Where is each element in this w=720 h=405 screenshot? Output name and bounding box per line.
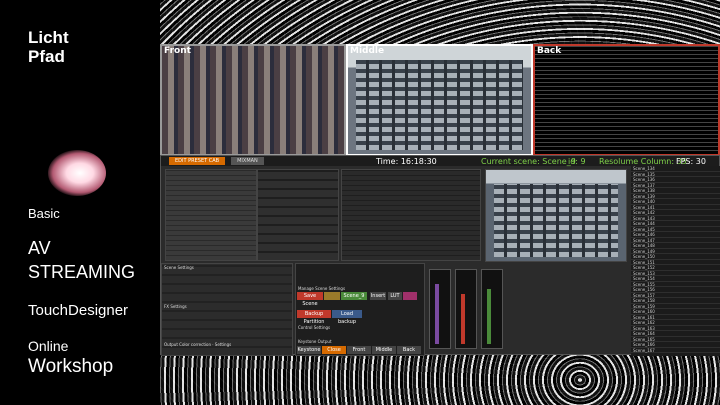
preview-building [494, 184, 618, 257]
scene-name: Scene_158 [633, 298, 655, 303]
scene-name: Scene_157 [633, 292, 655, 298]
format-label: Workshop [28, 356, 114, 377]
scene-name: Scene_140 [633, 199, 655, 204]
scene-name: Scene_167 [633, 347, 655, 353]
title-panel: Licht Pfad Basic AV STREAMING TouchDesign… [0, 0, 160, 405]
current-scene: Current scene: Scene_9 [481, 156, 576, 166]
back-button[interactable]: Back [397, 346, 421, 354]
scene-name: Scene_150 [633, 254, 655, 259]
scene-name: Scene_147 [633, 237, 655, 243]
level-label: Basic [28, 206, 60, 221]
backup-partition-button[interactable]: Backup Partition [297, 310, 331, 325]
scene-name: Scene_156 [633, 287, 655, 292]
tab-mixman[interactable]: MIXMAN [231, 157, 264, 165]
time-display: Time: 16:18:30 [376, 156, 437, 166]
control-settings-title: Control Settings [298, 325, 331, 330]
file-list[interactable] [341, 169, 481, 261]
control-interface: EDIT PRESET CAB MIXMAN Time: 16:18:30 Cu… [160, 155, 720, 356]
scene-name: Scene_151 [633, 259, 655, 265]
fader-1[interactable] [429, 269, 451, 349]
scene-name: Scene_149 [633, 248, 655, 254]
glow-blob [48, 150, 106, 196]
fader-3-level [487, 289, 491, 344]
scene-name: Scene_165 [633, 336, 655, 342]
camera-front-label: Front [164, 46, 191, 56]
lut-value[interactable] [403, 292, 417, 300]
camera-back[interactable]: Back [533, 44, 720, 156]
logo: Licht Pfad [28, 28, 69, 66]
tab-edit-preset[interactable]: EDIT PRESET CAB [169, 157, 226, 165]
scene-name: Scene_154 [633, 276, 655, 281]
title-streaming: STREAMING [28, 262, 136, 282]
scene-name: Scene_164 [633, 331, 655, 336]
keystone-button[interactable]: Keystone [297, 346, 321, 354]
scene-name: Scene_144 [633, 221, 655, 226]
fx-controls[interactable] [257, 169, 339, 261]
scene-settings-title: Scene Settings [164, 265, 194, 270]
title-av: AV [28, 238, 51, 258]
save-scene-button[interactable]: Save Scene [297, 292, 323, 307]
scene-name: Scene_160 [633, 309, 655, 314]
scene-id: id: 9 [568, 156, 586, 166]
effect-list[interactable] [165, 169, 257, 261]
front-button[interactable]: Front [347, 346, 371, 354]
scene-list[interactable]: Scene_134 Scene_135 Scene_136 Scene_137 Scen… [631, 166, 720, 356]
fader-1-level [435, 284, 439, 344]
scene-name: Scene_135 [633, 171, 655, 177]
middle-button[interactable]: Middle [372, 346, 396, 354]
scene-name: Scene_155 [633, 281, 655, 287]
fader-2-level [461, 294, 465, 344]
fader-2[interactable] [455, 269, 477, 349]
insert-button[interactable]: Insert [370, 292, 386, 300]
tool-label: TouchDesigner [28, 302, 129, 319]
preview-window [485, 169, 627, 262]
camera-back-label: Back [537, 46, 562, 56]
lut-button[interactable]: LUT [388, 292, 402, 300]
scene-name: Scene_159 [633, 303, 655, 309]
scene-name: Scene_137 [633, 182, 655, 188]
mode-label: Online [28, 338, 69, 354]
scene-name: Scene_136 [633, 177, 655, 182]
camera-front[interactable]: Front [160, 44, 346, 156]
status-header: EDIT PRESET CAB MIXMAN Time: 16:18:30 Cu… [161, 156, 719, 166]
scene-name: Scene_142 [633, 210, 655, 215]
scene-name: Scene_148 [633, 243, 655, 248]
resolume-column: Resolume Column: 35 [599, 156, 687, 166]
scene-name: Scene_152 [633, 265, 655, 270]
scene-name: Scene_143 [633, 215, 655, 221]
close-button[interactable]: Close [322, 346, 346, 354]
scene-name: Scene_146 [633, 232, 655, 237]
logo-line-2: Pfad [28, 47, 65, 66]
scene-name: Scene_138 [633, 188, 655, 193]
logo-line-1: Licht [28, 28, 69, 47]
scene-color-button[interactable] [324, 292, 340, 300]
manage-scene-panel: Manage Scene Settings Save Scene Scene_9… [295, 263, 425, 356]
camera-middle[interactable]: Middle [346, 44, 533, 156]
building-image [356, 60, 523, 150]
scene-name: Scene_141 [633, 204, 655, 210]
manage-scene-title: Manage Scene Settings [298, 286, 346, 291]
scene-name: Scene_134 [633, 166, 655, 171]
scene-name: Scene_166 [633, 342, 655, 347]
load-backup-button[interactable]: Load backup [332, 310, 362, 325]
fps-display: FPS: 30 [676, 156, 706, 166]
camera-middle-label: Middle [350, 46, 385, 56]
scene-name: Scene_139 [633, 193, 655, 199]
keystone-output-title: Keystone Output [298, 339, 332, 344]
scene-list-row[interactable]: Scene_167 [631, 347, 720, 353]
scene-name: Scene_163 [633, 325, 655, 331]
scene-name: Scene_162 [633, 320, 655, 325]
scene-name-field[interactable]: Scene_9 [341, 292, 367, 300]
scene-name: Scene_153 [633, 270, 655, 276]
fx-settings-title: FX Settings [164, 304, 187, 309]
output-color-title: Output Color correction · Settings [164, 342, 232, 347]
scene-name: Scene_161 [633, 314, 655, 320]
scene-settings-panel: Scene Settings FX Settings Output Color … [161, 263, 293, 356]
fader-3[interactable] [481, 269, 503, 349]
scene-name: Scene_145 [633, 226, 655, 232]
